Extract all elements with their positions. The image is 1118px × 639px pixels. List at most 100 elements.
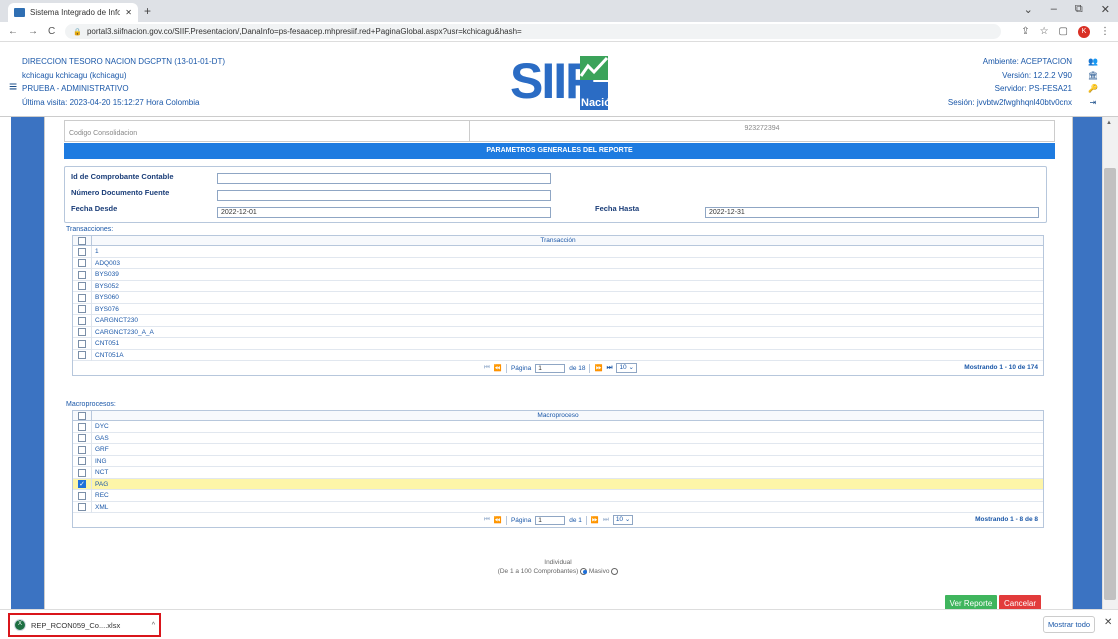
fecha-hasta-input[interactable]: 2022-12-31 bbox=[705, 207, 1039, 218]
table-row[interactable]: DYC bbox=[73, 421, 1043, 433]
window-controls: ⌄ – ⧉ ✕ bbox=[1024, 3, 1110, 16]
table-row[interactable]: GRF bbox=[73, 444, 1043, 456]
forward-icon[interactable]: → bbox=[28, 26, 38, 37]
prev-page-icon[interactable]: ⏪ bbox=[494, 364, 502, 372]
scrollbar-thumb[interactable] bbox=[1104, 168, 1116, 600]
first-page-icon[interactable]: ⏮ bbox=[484, 364, 490, 372]
row-checkbox[interactable] bbox=[78, 282, 86, 290]
table-row[interactable]: ✓ PAG bbox=[73, 478, 1043, 490]
row-checkbox[interactable] bbox=[78, 316, 86, 325]
tab-search-icon[interactable]: ⌄ bbox=[1024, 3, 1033, 16]
row-checkbox[interactable] bbox=[78, 491, 86, 500]
siif-nacion-logo: SIIF Nación bbox=[510, 53, 610, 110]
page-size-select[interactable]: 10 ⌄ bbox=[616, 363, 637, 373]
table-row[interactable]: REC bbox=[73, 490, 1043, 502]
row-checkbox[interactable] bbox=[78, 328, 86, 336]
logout-icon[interactable]: ⇥ bbox=[1088, 96, 1098, 110]
page-size-select[interactable]: 10 ⌄ bbox=[612, 515, 634, 525]
row-checkbox[interactable] bbox=[78, 457, 86, 465]
table-row[interactable]: GAS bbox=[73, 432, 1043, 444]
download-item[interactable]: X REP_RCON059_Co....xlsx ^ bbox=[8, 613, 161, 637]
table-row[interactable]: BYS076 bbox=[73, 303, 1043, 315]
table-row[interactable]: CNT051 bbox=[73, 338, 1043, 350]
hamburger-menu-icon[interactable]: ≡ bbox=[9, 78, 17, 94]
consolidation-row: Codigo Consolidacion 923272394 bbox=[64, 120, 1055, 142]
entity-name: DIRECCION TESORO NACION DGCPTN (13-01-01… bbox=[22, 57, 225, 66]
table-row[interactable]: CARGNCT230 bbox=[73, 315, 1043, 327]
prev-page-icon[interactable]: ⏪ bbox=[494, 516, 502, 524]
row-value: BYS039 bbox=[95, 271, 119, 278]
last-page-icon[interactable]: ⏭ bbox=[603, 516, 609, 524]
row-checkbox[interactable] bbox=[78, 422, 86, 431]
share-icon[interactable]: ⇪ bbox=[1021, 26, 1029, 37]
minimize-icon[interactable]: – bbox=[1051, 3, 1057, 16]
individual-radio[interactable] bbox=[580, 567, 588, 575]
row-checkbox[interactable] bbox=[78, 445, 86, 454]
bookmark-star-icon[interactable]: ☆ bbox=[1040, 26, 1049, 37]
row-value: REC bbox=[95, 492, 109, 499]
row-checkbox[interactable] bbox=[78, 259, 86, 267]
page-input[interactable]: 1 bbox=[535, 515, 566, 525]
row-value: CARGNCT230 bbox=[95, 317, 138, 324]
table-row[interactable]: XML bbox=[73, 501, 1043, 513]
select-all-checkbox[interactable] bbox=[78, 237, 86, 245]
row-checkbox[interactable] bbox=[78, 247, 86, 256]
close-window-icon[interactable]: ✕ bbox=[1101, 3, 1110, 16]
column-header-transaccion: Transacción bbox=[540, 237, 576, 244]
restore-icon[interactable]: ⧉ bbox=[1075, 3, 1083, 16]
download-bar bbox=[0, 609, 1118, 639]
fecha-desde-input[interactable]: 2022-12-01 bbox=[217, 207, 551, 218]
page-label: Página bbox=[510, 364, 532, 372]
row-checkbox[interactable] bbox=[78, 270, 86, 279]
back-icon[interactable]: ← bbox=[8, 26, 18, 37]
documento-input[interactable] bbox=[217, 190, 551, 201]
section-title: PARAMETROS GENERALES DEL REPORTE bbox=[64, 143, 1055, 159]
first-page-icon[interactable]: ⏮ bbox=[484, 516, 490, 524]
table-row[interactable]: 1 bbox=[73, 246, 1043, 258]
row-checkbox[interactable]: ✓ bbox=[78, 480, 86, 488]
next-page-icon[interactable]: ⏩ bbox=[591, 516, 599, 524]
users-icon[interactable]: 👥 bbox=[1088, 55, 1098, 69]
macroprocesos-label: Macroprocesos: bbox=[66, 401, 116, 408]
scroll-up-icon[interactable]: ▲ bbox=[1106, 120, 1112, 126]
site-favicon-icon bbox=[14, 8, 25, 17]
close-tab-icon[interactable]: ✕ bbox=[125, 8, 132, 17]
browser-menu-icon[interactable]: ⋮ bbox=[1100, 26, 1110, 37]
table-row[interactable]: BYS039 bbox=[73, 269, 1043, 281]
profile-avatar[interactable]: K bbox=[1078, 25, 1090, 38]
key-icon[interactable]: 🔑 bbox=[1088, 82, 1098, 96]
row-checkbox[interactable] bbox=[78, 351, 86, 359]
table-row[interactable]: NCT bbox=[73, 467, 1043, 479]
show-all-button[interactable]: Mostrar todo bbox=[1043, 616, 1095, 633]
institution-icon[interactable]: 🏛 bbox=[1088, 69, 1098, 83]
last-page-icon[interactable]: ⏭ bbox=[607, 364, 613, 372]
reload-icon[interactable]: C bbox=[48, 26, 55, 37]
page-label: Página bbox=[510, 516, 532, 524]
row-checkbox[interactable] bbox=[78, 468, 86, 477]
transacciones-label: Transacciones: bbox=[66, 226, 114, 233]
page-input[interactable]: 1 bbox=[535, 363, 566, 373]
close-download-bar-icon[interactable]: ✕ bbox=[1104, 617, 1112, 628]
table-row[interactable]: CARGNCT230_A_A bbox=[73, 326, 1043, 338]
table-row[interactable]: BYS060 bbox=[73, 292, 1043, 304]
table-row[interactable]: BYS052 bbox=[73, 280, 1043, 292]
next-page-icon[interactable]: ⏩ bbox=[594, 364, 602, 372]
address-bar[interactable]: 🔒 portal3.siifnacion.gov.co/SIIF.Present… bbox=[65, 24, 1002, 39]
row-checkbox[interactable] bbox=[78, 434, 86, 442]
select-all-checkbox[interactable] bbox=[78, 412, 86, 420]
row-checkbox[interactable] bbox=[78, 503, 86, 511]
table-row[interactable]: ADQ003 bbox=[73, 257, 1043, 269]
browser-tab[interactable]: Sistema Integrado de Información ✕ bbox=[8, 3, 138, 22]
chevron-up-icon[interactable]: ^ bbox=[152, 622, 155, 629]
tab-strip bbox=[0, 0, 1118, 22]
row-checkbox[interactable] bbox=[78, 305, 86, 313]
masivo-radio[interactable] bbox=[611, 567, 619, 575]
table-row[interactable]: ING bbox=[73, 455, 1043, 467]
table-row[interactable]: CNT051A bbox=[73, 349, 1043, 361]
comprobante-input[interactable] bbox=[217, 173, 551, 184]
row-checkbox[interactable] bbox=[78, 293, 86, 302]
row-checkbox[interactable] bbox=[78, 339, 86, 348]
version: Versión: 12.2.2 V90 bbox=[1002, 70, 1072, 80]
side-panel-icon[interactable]: ▢ bbox=[1059, 26, 1068, 37]
new-tab-button[interactable]: + bbox=[144, 4, 151, 18]
